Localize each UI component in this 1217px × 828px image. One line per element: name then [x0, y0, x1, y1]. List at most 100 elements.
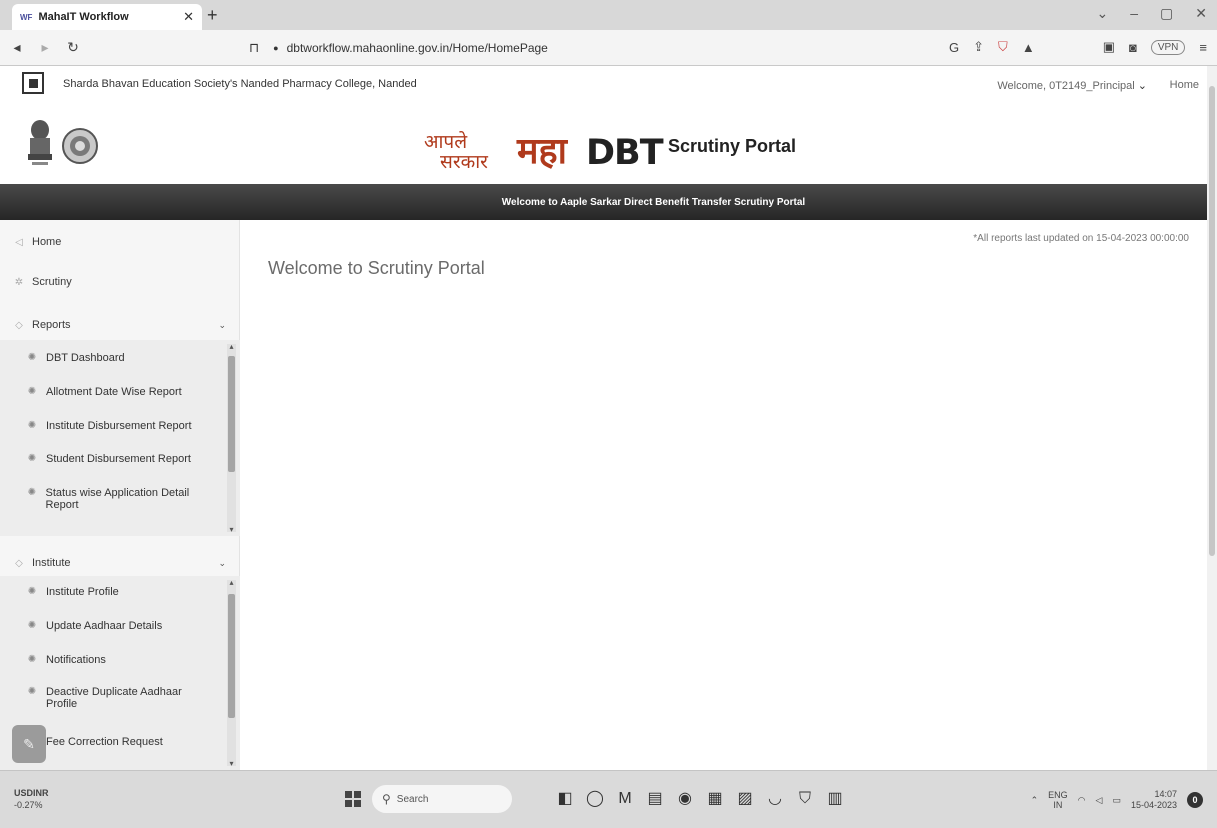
sidebar-item-deactive-duplicate[interactable]: ✺ Deactive Duplicate Aadhaar Profile — [0, 686, 200, 710]
gmail-icon[interactable]: M — [615, 789, 635, 809]
user-menu[interactable]: Welcome, 0T2149_Principal ⌄ — [997, 79, 1147, 92]
wallet-icon[interactable]: ◙ — [1129, 40, 1137, 55]
page-scroll-thumb[interactable] — [1209, 86, 1215, 556]
sidebar-item-status-report[interactable]: ✺ Status wise Application Detail Report — [0, 487, 200, 511]
sidebar-item-scrutiny[interactable]: ✲ Scrutiny — [0, 276, 240, 288]
close-window-icon[interactable]: ✕ — [1195, 5, 1207, 22]
gear-icon: ✺ — [27, 487, 36, 498]
logo-strip: आपले सरकार महा DBT Scrutiny Portal — [0, 106, 1217, 184]
menu-icon[interactable]: ≡ — [1199, 40, 1207, 55]
sidebar-item-allotment-report[interactable]: ✺ Allotment Date Wise Report — [0, 386, 226, 398]
reports-submenu: ✺ DBT Dashboard ✺ Allotment Date Wise Re… — [0, 340, 240, 536]
brave-icon[interactable]: ⛉ — [795, 789, 815, 809]
minimize-icon[interactable]: – — [1130, 5, 1138, 22]
scroll-up-icon[interactable]: ▴ — [227, 578, 236, 587]
scroll-thumb[interactable] — [228, 594, 235, 718]
sidebar-item-notifications[interactable]: ✺ Notifications — [0, 654, 226, 666]
chevron-up-icon[interactable]: ⌃ — [1031, 795, 1039, 806]
page-title: Welcome to Scrutiny Portal — [268, 258, 485, 278]
sidebar-item-label: Home — [32, 236, 62, 248]
bookmark-icon[interactable]: ⊓ — [249, 40, 259, 56]
scroll-down-icon[interactable]: ▾ — [227, 759, 236, 768]
institute-icon: ◇ — [15, 557, 23, 569]
clock-date: 15-04-2023 — [1130, 800, 1177, 810]
gear-icon: ✺ — [27, 420, 37, 431]
lang-bottom: IN — [1053, 800, 1063, 810]
sidebar-toggle-icon[interactable] — [22, 72, 44, 94]
address-bar-actions: G ⇪ ⛉ ▲ ▣ ◙ VPN ≡ — [949, 39, 1207, 55]
sidebar-item-label: Scrutiny — [32, 276, 72, 288]
sidebar-item-label: Student Disbursement Report — [46, 453, 191, 465]
sidebar-item-label: DBT Dashboard — [46, 352, 125, 364]
vpn-button[interactable]: VPN — [1150, 39, 1186, 55]
reports-scrollbar[interactable]: ▴ ▾ — [227, 342, 236, 534]
language-indicator[interactable]: ENG IN — [1048, 790, 1068, 810]
sidebar-item-label: Institute Profile — [46, 586, 119, 598]
start-icon[interactable] — [345, 791, 361, 807]
chevron-down-icon: ⌄ — [1137, 80, 1147, 92]
maximize-icon[interactable]: ▢ — [1160, 5, 1173, 22]
google-icon[interactable]: G — [949, 40, 959, 55]
chrome-icon[interactable]: ◉ — [675, 789, 695, 809]
back-icon[interactable]: ◂ — [6, 39, 28, 56]
close-tab-icon[interactable]: ✕ — [183, 9, 194, 25]
search-icon: ⚲ — [382, 792, 391, 806]
wifi-icon[interactable]: ◠ — [1078, 795, 1086, 806]
new-tab-icon[interactable]: + — [207, 5, 218, 26]
tab-favicon-icon: WF — [20, 12, 33, 22]
sidebar-item-institute-profile[interactable]: ✺ Institute Profile — [0, 586, 226, 598]
aaple-text: आपले — [424, 131, 468, 153]
lock-icon[interactable]: ● — [273, 43, 278, 53]
photos-icon[interactable]: ▨ — [735, 789, 755, 809]
page-scrollbar[interactable] — [1207, 66, 1217, 770]
sidebar-item-label: Allotment Date Wise Report — [46, 386, 182, 398]
reload-icon[interactable]: ↻ — [62, 39, 84, 56]
brave-shield-icon[interactable]: ⛉ — [998, 39, 1008, 55]
stock-widget[interactable]: USDINR -0.27% — [14, 787, 49, 811]
portal-title: Scrutiny Portal — [668, 136, 797, 156]
scroll-up-icon[interactable]: ▴ — [227, 342, 236, 351]
task-view-icon[interactable]: ◧ — [555, 789, 575, 809]
store-icon[interactable]: ▦ — [705, 789, 725, 809]
forward-icon[interactable]: ▸ — [34, 39, 56, 56]
chevron-down-icon[interactable]: ⌄ — [1097, 5, 1109, 22]
sidebar-item-label: Deactive Duplicate Aadhaar Profile — [46, 686, 182, 710]
app-icon[interactable]: ▥ — [825, 789, 845, 809]
search-placeholder: Search — [396, 793, 429, 805]
sidebar-item-home[interactable]: ◁ Home — [0, 236, 240, 248]
floating-action-icon[interactable]: ✎ — [12, 725, 46, 763]
sidebar-item-student-disbursement[interactable]: ✺ Student Disbursement Report — [0, 453, 226, 465]
taskbar-search[interactable]: ⚲ Search — [372, 785, 512, 813]
system-tray: ⌃ ENG IN ◠ ◁ ▭ 14:07 15-04-2023 0 — [1031, 789, 1203, 811]
home-link[interactable]: Home — [1170, 79, 1199, 91]
url-field[interactable]: dbtworkflow.mahaonline.gov.in/Home/HomeP… — [287, 41, 548, 55]
rewards-icon[interactable]: ▲ — [1022, 40, 1035, 55]
national-emblem-icon — [28, 120, 52, 165]
taskbar: USDINR -0.27% ⚲ Search ◧ ◯ M ▤ ◉ ▦ ▨ ◡ ⛉… — [0, 770, 1217, 828]
sidebar-item-update-aadhaar[interactable]: ✺ Update Aadhaar Details — [0, 620, 226, 632]
scroll-thumb[interactable] — [228, 356, 235, 472]
sarkar-text: सरकार — [440, 151, 488, 173]
chat-icon[interactable]: ◯ — [585, 789, 605, 809]
share-icon[interactable]: ⇪ — [973, 39, 984, 55]
banner-text: Welcome to Aaple Sarkar Direct Benefit T… — [501, 196, 806, 208]
sidebar-item-reports[interactable]: ◇ Reports ⌄ — [0, 319, 240, 331]
sidebar-item-institute[interactable]: ◇ Institute ⌄ — [0, 557, 240, 569]
notification-badge[interactable]: 0 — [1187, 792, 1203, 808]
sidebar-item-dbt-dashboard[interactable]: ✺ DBT Dashboard — [0, 352, 226, 364]
scroll-down-icon[interactable]: ▾ — [227, 525, 236, 534]
sidebar-item-label: Status wise Application Detail Report — [45, 487, 190, 511]
battery-icon[interactable]: ▭ — [1112, 795, 1121, 806]
pocket-icon[interactable]: ◡ — [765, 789, 785, 809]
file-explorer-icon[interactable]: ▤ — [645, 789, 665, 809]
sidebar-item-institute-disbursement[interactable]: ✺ Institute Disbursement Report — [0, 420, 226, 432]
institute-scrollbar[interactable]: ▴ ▾ — [227, 578, 236, 768]
stock-value: -0.27% — [14, 800, 43, 810]
volume-icon[interactable]: ◁ — [1096, 795, 1103, 806]
clock[interactable]: 14:07 15-04-2023 — [1131, 789, 1177, 811]
reports-icon: ◇ — [15, 319, 23, 331]
gear-icon: ✺ — [27, 352, 37, 363]
sidebar-item-label: Reports — [32, 319, 71, 331]
browser-tab[interactable]: WF MahaIT Workflow ✕ — [12, 4, 202, 30]
sidebar-icon[interactable]: ▣ — [1103, 39, 1115, 55]
